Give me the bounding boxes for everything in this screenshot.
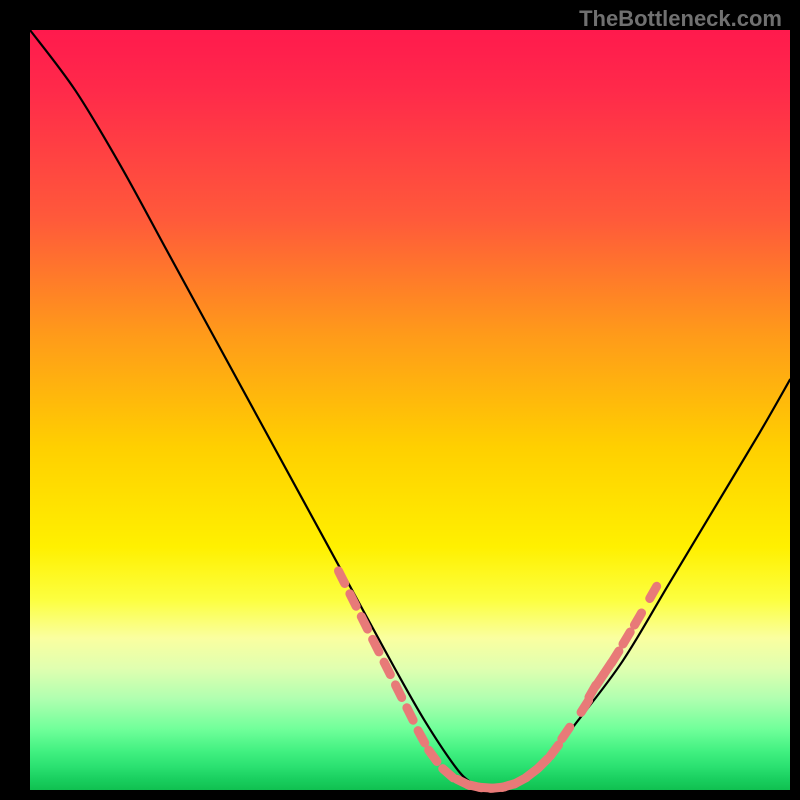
highlight-dash [562,727,570,739]
highlight-dash [373,639,379,652]
highlight-dash [611,651,618,663]
chart-plot-area [30,30,790,790]
chart-svg [30,30,790,790]
watermark-text: TheBottleneck.com [579,6,782,32]
highlight-dash [429,750,437,761]
highlight-dash [443,769,454,778]
highlight-dash [550,745,558,756]
highlight-dash [361,617,367,630]
highlight-dash [407,708,413,721]
highlight-dash [623,632,630,644]
bottleneck-curve-line [30,30,790,791]
highlight-dash [395,685,401,698]
highlight-dash [350,594,356,607]
highlight-dash [650,586,657,598]
highlight-dash [338,571,344,584]
highlight-dash [384,662,390,675]
highlight-dash [634,613,641,625]
highlight-dash [581,700,589,712]
highlight-dash [418,731,425,743]
highlight-dash [538,758,548,768]
